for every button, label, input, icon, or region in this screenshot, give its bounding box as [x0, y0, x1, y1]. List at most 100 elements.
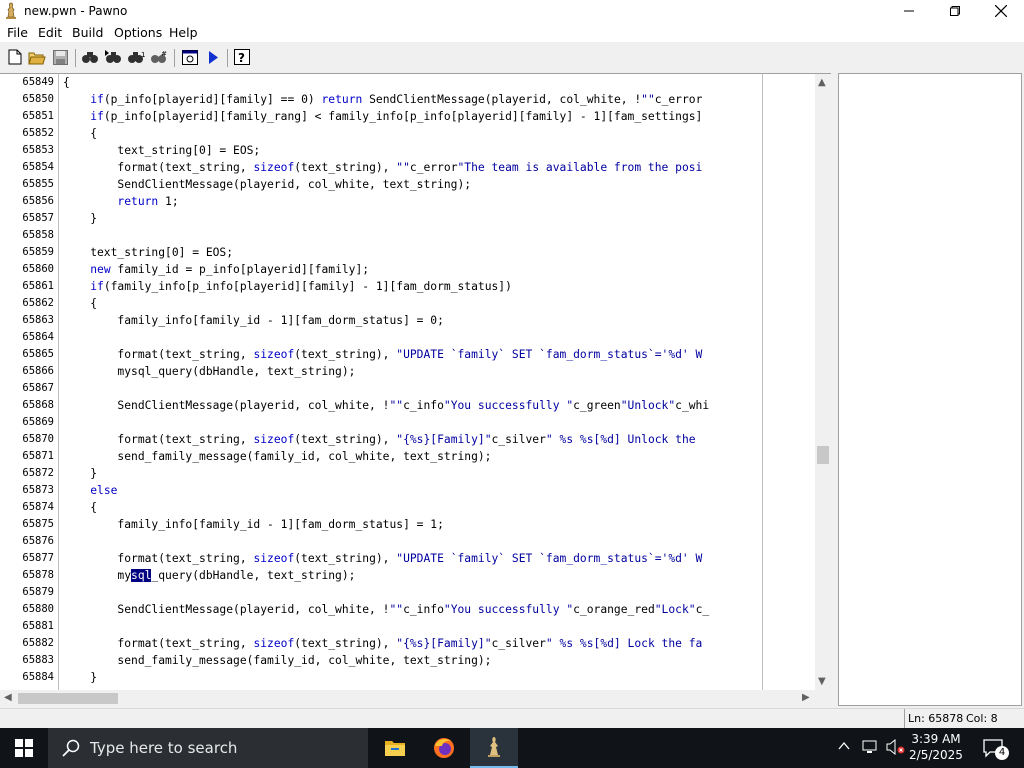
selected-text[interactable]: sql	[131, 569, 152, 582]
code-line[interactable]: if(p_info[playerid][family_rang] < famil…	[63, 108, 702, 125]
run-compile-button[interactable]	[202, 46, 224, 68]
code-line[interactable]: }	[63, 465, 97, 482]
maximize-button[interactable]	[932, 0, 978, 22]
code-line[interactable]: {	[63, 295, 97, 312]
menu-file[interactable]: File	[7, 25, 28, 40]
status-bar: Ln: 65878 Col: 8	[0, 708, 1024, 729]
code-line[interactable]: format(text_string, sizeof(text_string),…	[63, 431, 702, 448]
function-list-panel[interactable]	[838, 73, 1022, 706]
code-area[interactable]: { if(p_info[playerid][family] == 0) retu…	[60, 74, 815, 690]
code-line[interactable]: return 1;	[63, 193, 178, 210]
toolbar-separator	[174, 49, 175, 67]
code-line[interactable]: if(family_info[p_info[playerid][family] …	[63, 278, 512, 295]
toolbar: 1 # ?	[0, 44, 1024, 72]
code-line[interactable]: family_info[family_id - 1][fam_dorm_stat…	[63, 516, 443, 533]
code-line[interactable]: }	[63, 210, 97, 227]
code-line[interactable]: {	[63, 125, 97, 142]
code-line[interactable]: SendClientMessage(playerid, col_white, t…	[63, 176, 471, 193]
taskbar-search-box[interactable]: Type here to search	[48, 728, 368, 768]
scroll-down-icon[interactable]: ▼	[818, 676, 826, 687]
code-line[interactable]: else	[63, 482, 117, 499]
code-line[interactable]: new family_id = p_info[playerid][family]…	[63, 261, 369, 278]
code-line[interactable]: mysql_query(dbHandle, text_string);	[63, 567, 355, 584]
line-number: 65852	[22, 127, 54, 139]
code-line[interactable]: send_family_message(family_id, col_white…	[63, 652, 491, 669]
help-button[interactable]: ?	[231, 46, 253, 68]
svg-text:1: 1	[141, 51, 145, 59]
horizontal-scroll-thumb[interactable]	[18, 693, 118, 704]
status-divider	[904, 709, 905, 729]
find-button[interactable]	[79, 46, 101, 68]
show-hidden-icons[interactable]	[838, 740, 850, 754]
goto-line-button[interactable]: #	[148, 46, 170, 68]
code-line[interactable]: }	[63, 669, 97, 686]
vertical-scrollbar[interactable]: ▲ ▼	[815, 74, 831, 690]
menu-build[interactable]: Build	[72, 25, 103, 40]
scroll-up-icon[interactable]: ▲	[818, 77, 826, 88]
code-line[interactable]: format(text_string, sizeof(text_string),…	[63, 346, 702, 363]
find-next-button[interactable]	[102, 46, 124, 68]
code-line[interactable]: format(text_string, sizeof(text_string),…	[63, 550, 702, 567]
scroll-right-icon[interactable]: ▶	[802, 692, 810, 703]
line-number: 65867	[22, 382, 54, 394]
volume-status[interactable]	[886, 738, 906, 758]
code-editor[interactable]: 65849 65850 65851 65852 65853 65854 65855 65856…	[0, 73, 831, 707]
search-icon	[62, 739, 80, 757]
search-placeholder: Type here to search	[90, 739, 238, 757]
compile-options-button[interactable]	[179, 46, 201, 68]
code-line[interactable]: family_info[family_id - 1][fam_dorm_stat…	[63, 312, 443, 329]
line-number: 65882	[22, 637, 54, 649]
line-number: 65849	[22, 76, 54, 88]
line-number: 65864	[22, 331, 54, 343]
line-number: 65857	[22, 212, 54, 224]
code-line[interactable]: SendClientMessage(playerid, col_white, !…	[63, 397, 709, 414]
new-file-icon	[8, 49, 22, 65]
code-line[interactable]: format(text_string, sizeof(text_string),…	[63, 159, 702, 176]
taskbar-pawno[interactable]	[470, 728, 518, 768]
code-line[interactable]: {	[63, 74, 70, 91]
line-number: 65870	[22, 433, 54, 445]
menu-options[interactable]: Options	[114, 25, 162, 40]
pawno-taskbar-icon	[488, 737, 500, 757]
clock-time: 3:39 AM	[911, 732, 961, 746]
code-line[interactable]: if(p_info[playerid][family] == 0) return…	[63, 91, 702, 108]
network-status[interactable]	[862, 740, 880, 757]
window-title: new.pwn - Pawno	[24, 4, 128, 18]
code-line[interactable]: text_string[0] = EOS;	[63, 244, 233, 261]
windows-logo-icon	[15, 739, 33, 757]
compile-options-icon	[182, 49, 198, 65]
help-icon: ?	[234, 49, 250, 65]
line-number: 65862	[22, 297, 54, 309]
save-button[interactable]	[49, 46, 71, 68]
new-file-button[interactable]	[4, 46, 26, 68]
line-number: 65872	[22, 467, 54, 479]
menu-edit[interactable]: Edit	[38, 25, 62, 40]
start-button[interactable]	[0, 728, 48, 768]
code-line[interactable]: mysql_query(dbHandle, text_string);	[63, 363, 355, 380]
line-number: 65874	[22, 501, 54, 513]
code-line[interactable]: {	[63, 499, 97, 516]
replace-button[interactable]: 1	[125, 46, 147, 68]
code-line[interactable]: text_string[0] = EOS;	[63, 142, 260, 159]
taskbar-clock[interactable]: 3:39 AM 2/5/2025	[906, 731, 966, 763]
code-line[interactable]: format(text_string, sizeof(text_string),…	[63, 635, 702, 652]
line-number: 65869	[22, 416, 54, 428]
scroll-left-icon[interactable]: ◀	[4, 692, 12, 703]
horizontal-scrollbar[interactable]: ◀ ▶	[0, 690, 815, 707]
notification-center-button[interactable]: 4	[982, 738, 1012, 760]
taskbar: Type here to search 3:39 AM 2/5/2025 4	[0, 728, 1024, 768]
save-icon	[52, 49, 68, 65]
taskbar-file-explorer[interactable]	[371, 728, 419, 768]
line-number: 65871	[22, 450, 54, 462]
open-file-button[interactable]	[26, 46, 48, 68]
close-button[interactable]	[978, 0, 1024, 22]
line-number: 65856	[22, 195, 54, 207]
code-line[interactable]: send_family_message(family_id, col_white…	[63, 448, 491, 465]
taskbar-firefox[interactable]	[420, 728, 468, 768]
vertical-scroll-thumb[interactable]	[817, 446, 829, 464]
line-number: 65865	[22, 348, 54, 360]
minimize-button[interactable]	[886, 0, 932, 22]
menu-help[interactable]: Help	[169, 25, 198, 40]
line-number: 65876	[22, 535, 54, 547]
code-line[interactable]: SendClientMessage(playerid, col_white, !…	[63, 601, 709, 618]
